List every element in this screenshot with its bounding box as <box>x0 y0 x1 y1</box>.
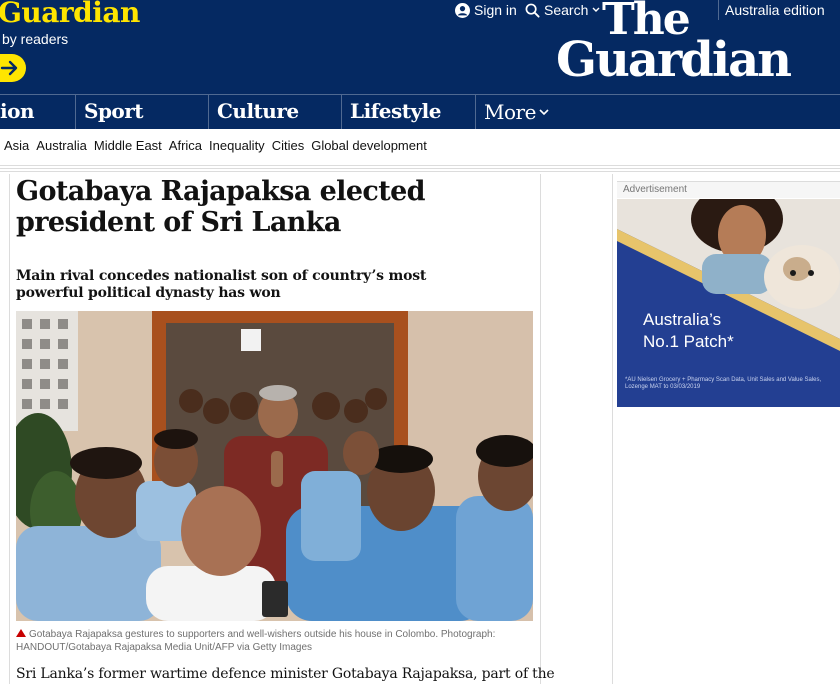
chevron-down-icon <box>539 108 549 115</box>
subnav-item-australia[interactable]: Australia <box>36 138 87 153</box>
guardian-logo[interactable]: The Guardian <box>556 0 806 90</box>
advertisement-banner[interactable]: Australia’s No.1 Patch* *AU Nielsen Groc… <box>617 199 840 407</box>
user-icon <box>455 2 470 18</box>
caption-text: Gotabaya Rajapaksa gestures to supporter… <box>16 629 496 653</box>
support-button[interactable] <box>0 54 26 82</box>
subnav-links: Asia Australia Middle East Africa Inequa… <box>4 138 427 153</box>
ad-fine-print: *AU Nielsen Grocery + Pharmacy Scan Data… <box>625 377 822 390</box>
article-body-first-line: Sri Lanka’s former wartime defence minis… <box>16 666 555 682</box>
pillar-culture[interactable]: Culture <box>208 95 299 129</box>
subnav-item-africa[interactable]: Africa <box>169 138 202 153</box>
article-main-photo <box>16 311 533 621</box>
subnav-item-asia[interactable]: Asia <box>4 138 29 153</box>
sign-in-label: Sign in <box>474 2 517 18</box>
photo-caption: Gotabaya Rajapaksa gestures to supporter… <box>16 628 516 654</box>
pillar-sport[interactable]: Sport <box>75 95 144 129</box>
advertisement-label: Advertisement <box>617 181 840 198</box>
divider <box>0 168 840 169</box>
logo-line-guardian: Guardian <box>556 32 792 88</box>
support-title: Guardian <box>0 0 140 29</box>
ad-headline: Australia’s No.1 Patch* <box>643 309 734 353</box>
column-divider <box>9 174 10 684</box>
divider <box>0 171 840 172</box>
subnav-item-global-development[interactable]: Global development <box>311 138 427 153</box>
pillar-label: More <box>484 100 536 124</box>
sub-navigation: Asia Australia Middle East Africa Inequa… <box>0 129 840 163</box>
pillar-more[interactable]: More <box>475 95 549 129</box>
ad-headline-line-2: No.1 Patch* <box>643 332 734 351</box>
subnav-item-inequality[interactable]: Inequality <box>209 138 265 153</box>
pillar-lifestyle[interactable]: Lifestyle <box>341 95 441 129</box>
subnav-item-middle-east[interactable]: Middle East <box>94 138 162 153</box>
ad-headline-line-1: Australia’s <box>643 310 722 329</box>
masthead: Guardian by readers Sign in Search Austr… <box>0 0 840 94</box>
pillar-label: Lifestyle <box>350 99 441 123</box>
search-icon <box>525 3 540 18</box>
divider <box>0 165 840 166</box>
pillar-label: Culture <box>217 99 299 123</box>
article-standfirst: Main rival concedes nationalist son of c… <box>16 268 427 301</box>
caption-triangle-icon <box>16 629 26 637</box>
ad-artwork <box>617 199 840 407</box>
pillar-nav: ion Sport Culture Lifestyle More <box>0 94 840 129</box>
pillar-label: Sport <box>84 99 144 123</box>
support-subtitle: by readers <box>2 31 69 47</box>
column-divider <box>540 174 541 684</box>
pillar-label: ion <box>0 99 34 123</box>
pillar-opinion[interactable]: ion <box>0 95 34 129</box>
arrow-right-icon <box>0 60 18 76</box>
subnav-item-cities[interactable]: Cities <box>272 138 305 153</box>
sign-in-link[interactable]: Sign in <box>455 1 517 19</box>
column-divider <box>612 174 613 684</box>
article-headline: Gotabaya Rajapaksa elected president of … <box>16 176 426 238</box>
